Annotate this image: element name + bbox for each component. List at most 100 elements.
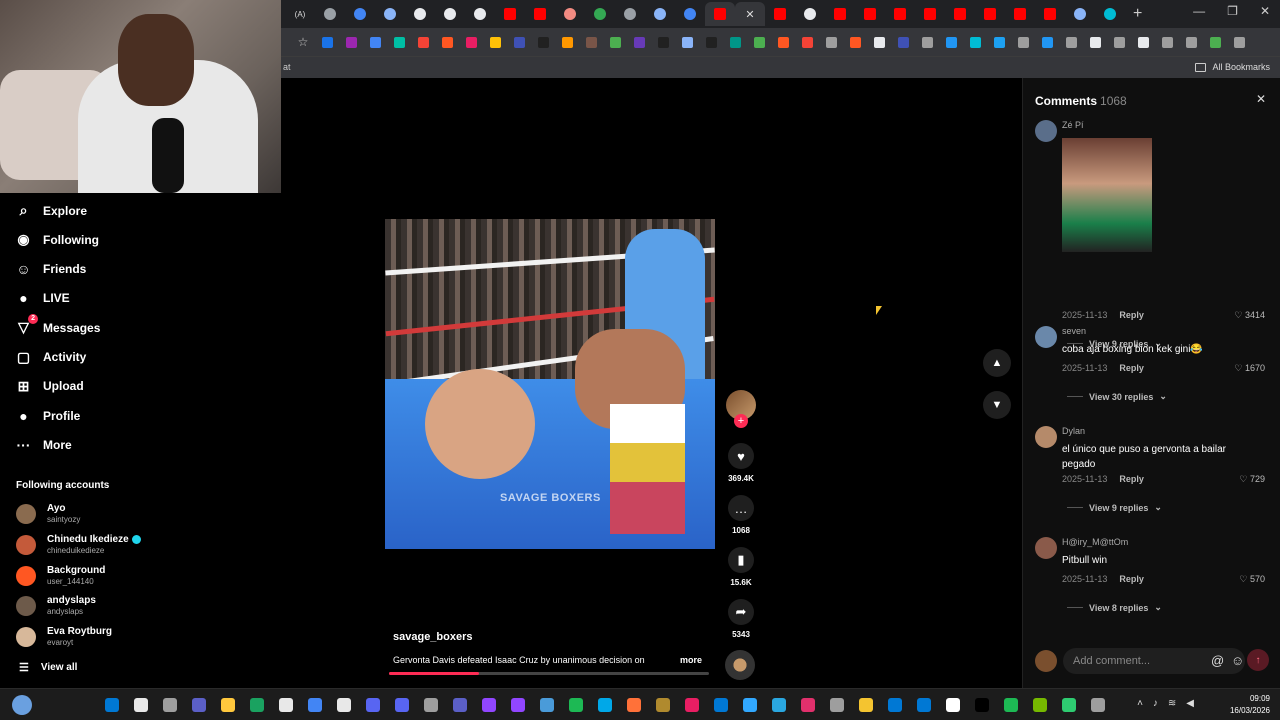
taskbar-app-icon[interactable] <box>564 694 588 716</box>
taskbar-app-icon[interactable] <box>187 694 211 716</box>
author-avatar[interactable]: + <box>721 390 761 428</box>
like-button[interactable]: ♥ 369.4K <box>721 443 761 483</box>
taskbar-app-icon[interactable] <box>448 694 472 716</box>
reply-button[interactable]: Reply <box>1119 574 1144 584</box>
close-window-icon[interactable]: ✕ <box>1260 4 1270 18</box>
nav-upload[interactable]: ⊞ Upload <box>14 377 84 396</box>
taskbar-app-icon[interactable] <box>651 694 675 716</box>
extension-icon[interactable] <box>1227 32 1251 52</box>
chevron-up-icon[interactable]: ˄ <box>1137 698 1143 709</box>
browser-tab[interactable] <box>885 2 915 26</box>
following-account[interactable]: Background user_144140 <box>16 565 105 587</box>
taskbar-app-icon[interactable] <box>970 694 994 716</box>
browser-tab[interactable] <box>705 2 735 26</box>
microphone-icon[interactable]: ♪ <box>1153 698 1158 709</box>
comment-image[interactable] <box>1062 138 1152 252</box>
save-button[interactable]: ▮ 15.6K <box>721 547 761 587</box>
taskbar-app-icon[interactable] <box>738 694 762 716</box>
browser-tab[interactable] <box>825 2 855 26</box>
taskbar-app-icon[interactable] <box>390 694 414 716</box>
extension-icon[interactable] <box>483 32 507 52</box>
browser-tab[interactable] <box>405 2 435 26</box>
nav-messages[interactable]: ▽ 2 Messages <box>14 314 100 337</box>
previous-video-button[interactable]: ▲ <box>983 349 1011 377</box>
video-progress[interactable] <box>389 672 709 675</box>
clock[interactable]: 09:09 16/03/2026 <box>1230 693 1270 717</box>
avatar[interactable] <box>1035 326 1057 348</box>
nav-explore[interactable]: ⌕ Explore <box>14 201 87 220</box>
follow-plus-icon[interactable]: + <box>734 414 748 428</box>
following-account[interactable]: andyslaps andyslaps <box>16 595 96 617</box>
extension-icon[interactable] <box>435 32 459 52</box>
share-button[interactable]: ➦ 5343 <box>721 599 761 639</box>
taskbar-app-icon[interactable] <box>361 694 385 716</box>
taskbar-app-icon[interactable] <box>303 694 327 716</box>
wifi-icon[interactable]: ≋ <box>1168 698 1176 709</box>
browser-tab[interactable] <box>1035 2 1065 26</box>
nav-activity[interactable]: ▢ Activity <box>14 348 86 367</box>
browser-tab[interactable] <box>1005 2 1035 26</box>
browser-tab[interactable] <box>465 2 495 26</box>
view-replies-button[interactable]: View 30 replies ⌄ <box>1067 391 1167 402</box>
extension-icon[interactable] <box>411 32 435 52</box>
taskbar-app-icon[interactable] <box>622 694 646 716</box>
browser-tab[interactable] <box>915 2 945 26</box>
view-replies-button[interactable]: View 9 replies ⌄ <box>1067 502 1162 513</box>
reply-button[interactable]: Reply <box>1119 363 1144 373</box>
mention-icon[interactable]: @ <box>1211 653 1224 668</box>
extension-icon[interactable] <box>747 32 771 52</box>
extension-icon[interactable] <box>723 32 747 52</box>
following-account[interactable]: Chinedu Ikedieze chineduikedieze <box>16 534 141 556</box>
maximize-icon[interactable]: ❐ <box>1227 4 1238 18</box>
avatar[interactable] <box>1035 426 1057 448</box>
browser-tab[interactable] <box>975 2 1005 26</box>
extension-icon[interactable] <box>891 32 915 52</box>
taskbar-app-icon[interactable] <box>883 694 907 716</box>
browser-tab[interactable] <box>615 2 645 26</box>
extension-icon[interactable] <box>555 32 579 52</box>
extension-icon[interactable] <box>771 32 795 52</box>
taskbar-app-icon[interactable] <box>158 694 182 716</box>
next-video-button[interactable]: ▼ <box>983 391 1011 419</box>
extension-icon[interactable] <box>603 32 627 52</box>
close-comments-icon[interactable]: ✕ <box>1256 92 1266 106</box>
following-account[interactable]: Ayo saintyozy <box>16 503 80 525</box>
music-disc[interactable] <box>725 650 755 680</box>
view-all-button[interactable]: ☰ View all <box>19 661 77 674</box>
taskbar-app-icon[interactable] <box>1028 694 1052 716</box>
nav-friends[interactable]: ☺ Friends <box>14 260 86 279</box>
taskbar-app-icon[interactable] <box>854 694 878 716</box>
browser-tab[interactable] <box>675 2 705 26</box>
taskbar-app-icon[interactable] <box>477 694 501 716</box>
browser-tab[interactable] <box>495 2 525 26</box>
browser-tab[interactable] <box>435 2 465 26</box>
taskbar-app-icon[interactable] <box>100 694 124 716</box>
extension-icon[interactable] <box>1083 32 1107 52</box>
video-username[interactable]: savage_boxers <box>393 631 473 643</box>
extension-icon[interactable] <box>675 32 699 52</box>
tab-first[interactable]: (A) <box>285 2 315 26</box>
taskbar-app-icon[interactable] <box>332 694 356 716</box>
browser-tab[interactable] <box>855 2 885 26</box>
extension-icon[interactable] <box>1059 32 1083 52</box>
taskbar-app-icon[interactable] <box>941 694 965 716</box>
browser-tab[interactable] <box>645 2 675 26</box>
active-tab[interactable]: ✕ <box>735 2 765 26</box>
emoji-icon[interactable]: ☺ <box>1231 653 1244 668</box>
bookmark-star-icon[interactable]: ☆ <box>291 32 315 52</box>
browser-tab[interactable] <box>1095 2 1125 26</box>
taskbar-app-icon[interactable] <box>709 694 733 716</box>
extension-icon[interactable] <box>1011 32 1035 52</box>
extension-icon[interactable] <box>1155 32 1179 52</box>
extension-icon[interactable] <box>579 32 603 52</box>
close-tab-icon[interactable]: ✕ <box>745 8 754 21</box>
extension-icon[interactable] <box>1179 32 1203 52</box>
extension-icon[interactable] <box>1203 32 1227 52</box>
taskbar-app-icon[interactable] <box>1057 694 1081 716</box>
extension-icon[interactable] <box>531 32 555 52</box>
send-icon[interactable]: ↑ <box>1247 649 1269 671</box>
bookmark-partial[interactable]: at <box>283 62 291 72</box>
comment-button[interactable]: … 1068 <box>721 495 761 535</box>
comment-author[interactable]: Dylan <box>1062 426 1085 436</box>
avatar[interactable] <box>1035 120 1057 142</box>
